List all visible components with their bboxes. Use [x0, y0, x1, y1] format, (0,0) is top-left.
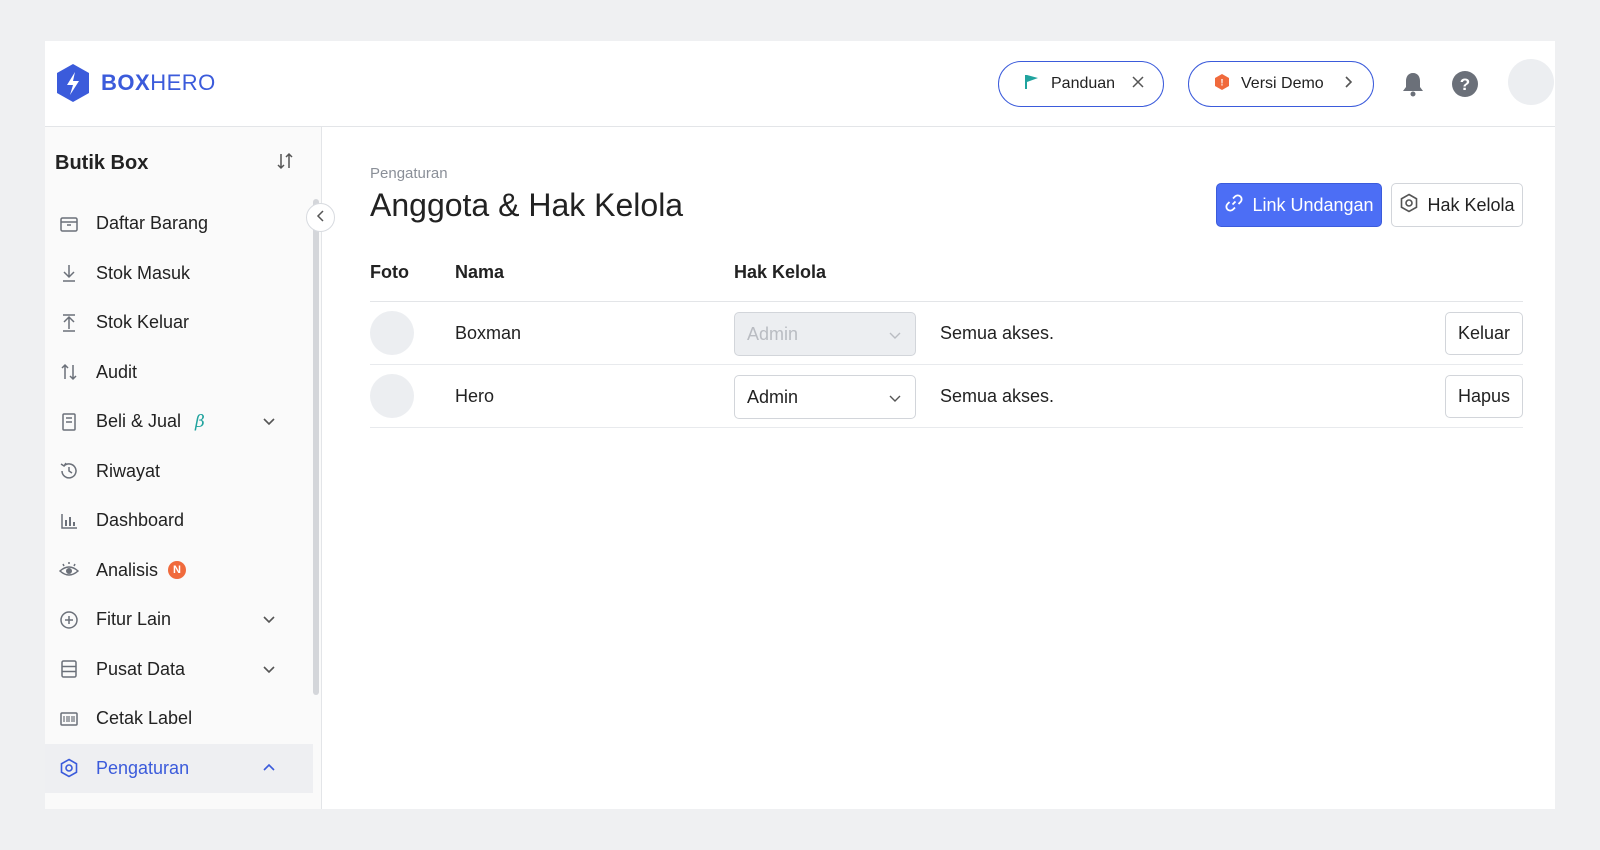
eye-icon [57, 558, 81, 582]
close-icon[interactable] [1131, 75, 1145, 94]
sidebar: Butik Box Daftar Barang Stok Masuk Stok … [45, 127, 322, 809]
sidebar-item-label: Stok Keluar [96, 312, 190, 333]
sidebar-item-cetak-label[interactable]: Cetak Label [45, 694, 313, 744]
user-avatar[interactable] [1508, 59, 1554, 105]
barcode-icon [57, 707, 81, 731]
svg-text:!: ! [1221, 77, 1224, 87]
plus-circle-icon [57, 608, 81, 632]
role-select: Admin [734, 312, 916, 356]
brand-name: BOXHERO [101, 70, 216, 95]
sidebar-item-label: Pengaturan [96, 757, 190, 778]
sidebar-item-label: Fitur Lain [96, 609, 172, 630]
permission-button[interactable]: Hak Kelola [1391, 183, 1523, 227]
box-icon [57, 212, 81, 236]
column-header-photo: Foto [370, 262, 409, 282]
chevron-right-icon [1341, 75, 1355, 94]
sidebar-scrollbar[interactable] [313, 199, 319, 695]
role-select-value: Admin [747, 386, 799, 407]
chevron-down-icon[interactable] [259, 609, 279, 629]
chevron-down-icon [887, 327, 903, 343]
collapse-sidebar-button[interactable] [306, 203, 335, 232]
demo-label: Versi Demo [1241, 75, 1324, 92]
svg-text:?: ? [1460, 75, 1470, 94]
leave-button[interactable]: Keluar [1444, 312, 1523, 355]
chevron-down-icon[interactable] [259, 411, 279, 431]
role-select-value: Admin [747, 323, 799, 344]
database-icon [57, 657, 81, 681]
guide-pill[interactable]: Panduan [998, 61, 1164, 107]
chevron-down-icon[interactable] [259, 659, 279, 679]
chevron-left-icon [315, 209, 327, 227]
main-content: Pengaturan Anggota & Hak Kelola Link Und… [323, 127, 1555, 809]
sidebar-item-dashboard[interactable]: Dashboard [45, 496, 313, 546]
history-icon [57, 459, 81, 483]
sidebar-item-label: Stok Masuk [96, 262, 191, 283]
column-header-role: Hak Kelola [734, 262, 827, 282]
invite-link-button[interactable]: Link Undangan [1216, 183, 1382, 227]
guide-label: Panduan [1051, 75, 1116, 92]
table-row: Hero Admin Semua akses. Hapus [370, 365, 1523, 428]
sidebar-item-label: Pusat Data [96, 658, 186, 679]
sidebar-item-label: Daftar Barang [96, 213, 209, 234]
sidebar-item-label: Analisis [96, 559, 159, 580]
gear-icon [57, 756, 81, 780]
bar-chart-icon [57, 509, 81, 533]
permission-label: Hak Kelola [1427, 194, 1515, 215]
table-row: Boxman Admin Semua akses. Keluar [370, 302, 1523, 365]
app-window: BOXHERO Panduan ! Versi Demo ? Butik Box… [45, 41, 1555, 809]
alert-badge-icon: ! [1213, 73, 1231, 96]
sidebar-item-fitur-lain[interactable]: Fitur Lain [45, 595, 313, 645]
table-header: Foto Nama Hak Kelola [370, 252, 1523, 302]
role-description: Semua akses. [940, 386, 1055, 406]
sidebar-item-audit[interactable]: Audit [45, 348, 313, 398]
sidebar-item-pusat-data[interactable]: Pusat Data [45, 645, 313, 695]
delete-button[interactable]: Hapus [1444, 375, 1523, 418]
role-description: Semua akses. [940, 323, 1055, 343]
sidebar-item-analisis[interactable]: Analisis N [45, 546, 313, 596]
member-name: Hero [455, 386, 495, 406]
sidebar-item-label: Dashboard [96, 510, 185, 531]
gear-icon [1399, 193, 1419, 218]
arrow-down-icon [57, 261, 81, 285]
flag-icon [1023, 73, 1041, 96]
members-table: Foto Nama Hak Kelola Boxman Admin Semua … [370, 252, 1523, 428]
invite-link-label: Link Undangan [1252, 194, 1374, 215]
sidebar-item-pengaturan[interactable]: Pengaturan [45, 743, 313, 793]
link-icon [1224, 193, 1244, 218]
avatar [370, 311, 414, 355]
page-title: Anggota & Hak Kelola [370, 187, 684, 223]
chevron-down-icon [887, 390, 903, 406]
receipt-icon [57, 410, 81, 434]
sidebar-item-beli-jual[interactable]: Beli & Jual β [45, 397, 313, 447]
bell-icon[interactable] [1395, 66, 1431, 102]
beta-badge: β [195, 411, 205, 432]
new-badge: N [168, 561, 187, 580]
sidebar-item-riwayat[interactable]: Riwayat [45, 447, 313, 497]
sidebar-item-label: Riwayat [96, 460, 161, 481]
store-switcher[interactable]: Butik Box [55, 151, 295, 176]
swap-icon [57, 360, 81, 384]
demo-version-pill[interactable]: ! Versi Demo [1188, 61, 1374, 107]
sidebar-item-label: Beli & Jual [96, 411, 182, 432]
sidebar-item-label: Audit [96, 361, 138, 382]
sidebar-nav: Daftar Barang Stok Masuk Stok Keluar Aud… [45, 199, 313, 793]
sidebar-item-label: Cetak Label [96, 708, 193, 729]
column-header-name: Nama [455, 262, 505, 282]
help-icon[interactable]: ? [1447, 66, 1483, 102]
sidebar-item-daftar-barang[interactable]: Daftar Barang [45, 199, 313, 249]
arrow-up-icon [57, 311, 81, 335]
member-name: Boxman [455, 323, 522, 343]
chevron-up-icon[interactable] [259, 758, 279, 778]
avatar [370, 374, 414, 418]
brand-logo[interactable]: BOXHERO [55, 63, 216, 103]
boxhero-logo-icon [57, 64, 89, 102]
store-name: Butik Box [55, 152, 149, 174]
role-select[interactable]: Admin [734, 375, 916, 419]
sidebar-item-stok-keluar[interactable]: Stok Keluar [45, 298, 313, 348]
sidebar-item-stok-masuk[interactable]: Stok Masuk [45, 249, 313, 299]
sort-icon[interactable] [275, 151, 295, 176]
breadcrumb[interactable]: Pengaturan [370, 165, 448, 182]
top-bar: BOXHERO Panduan ! Versi Demo ? [45, 41, 1555, 127]
